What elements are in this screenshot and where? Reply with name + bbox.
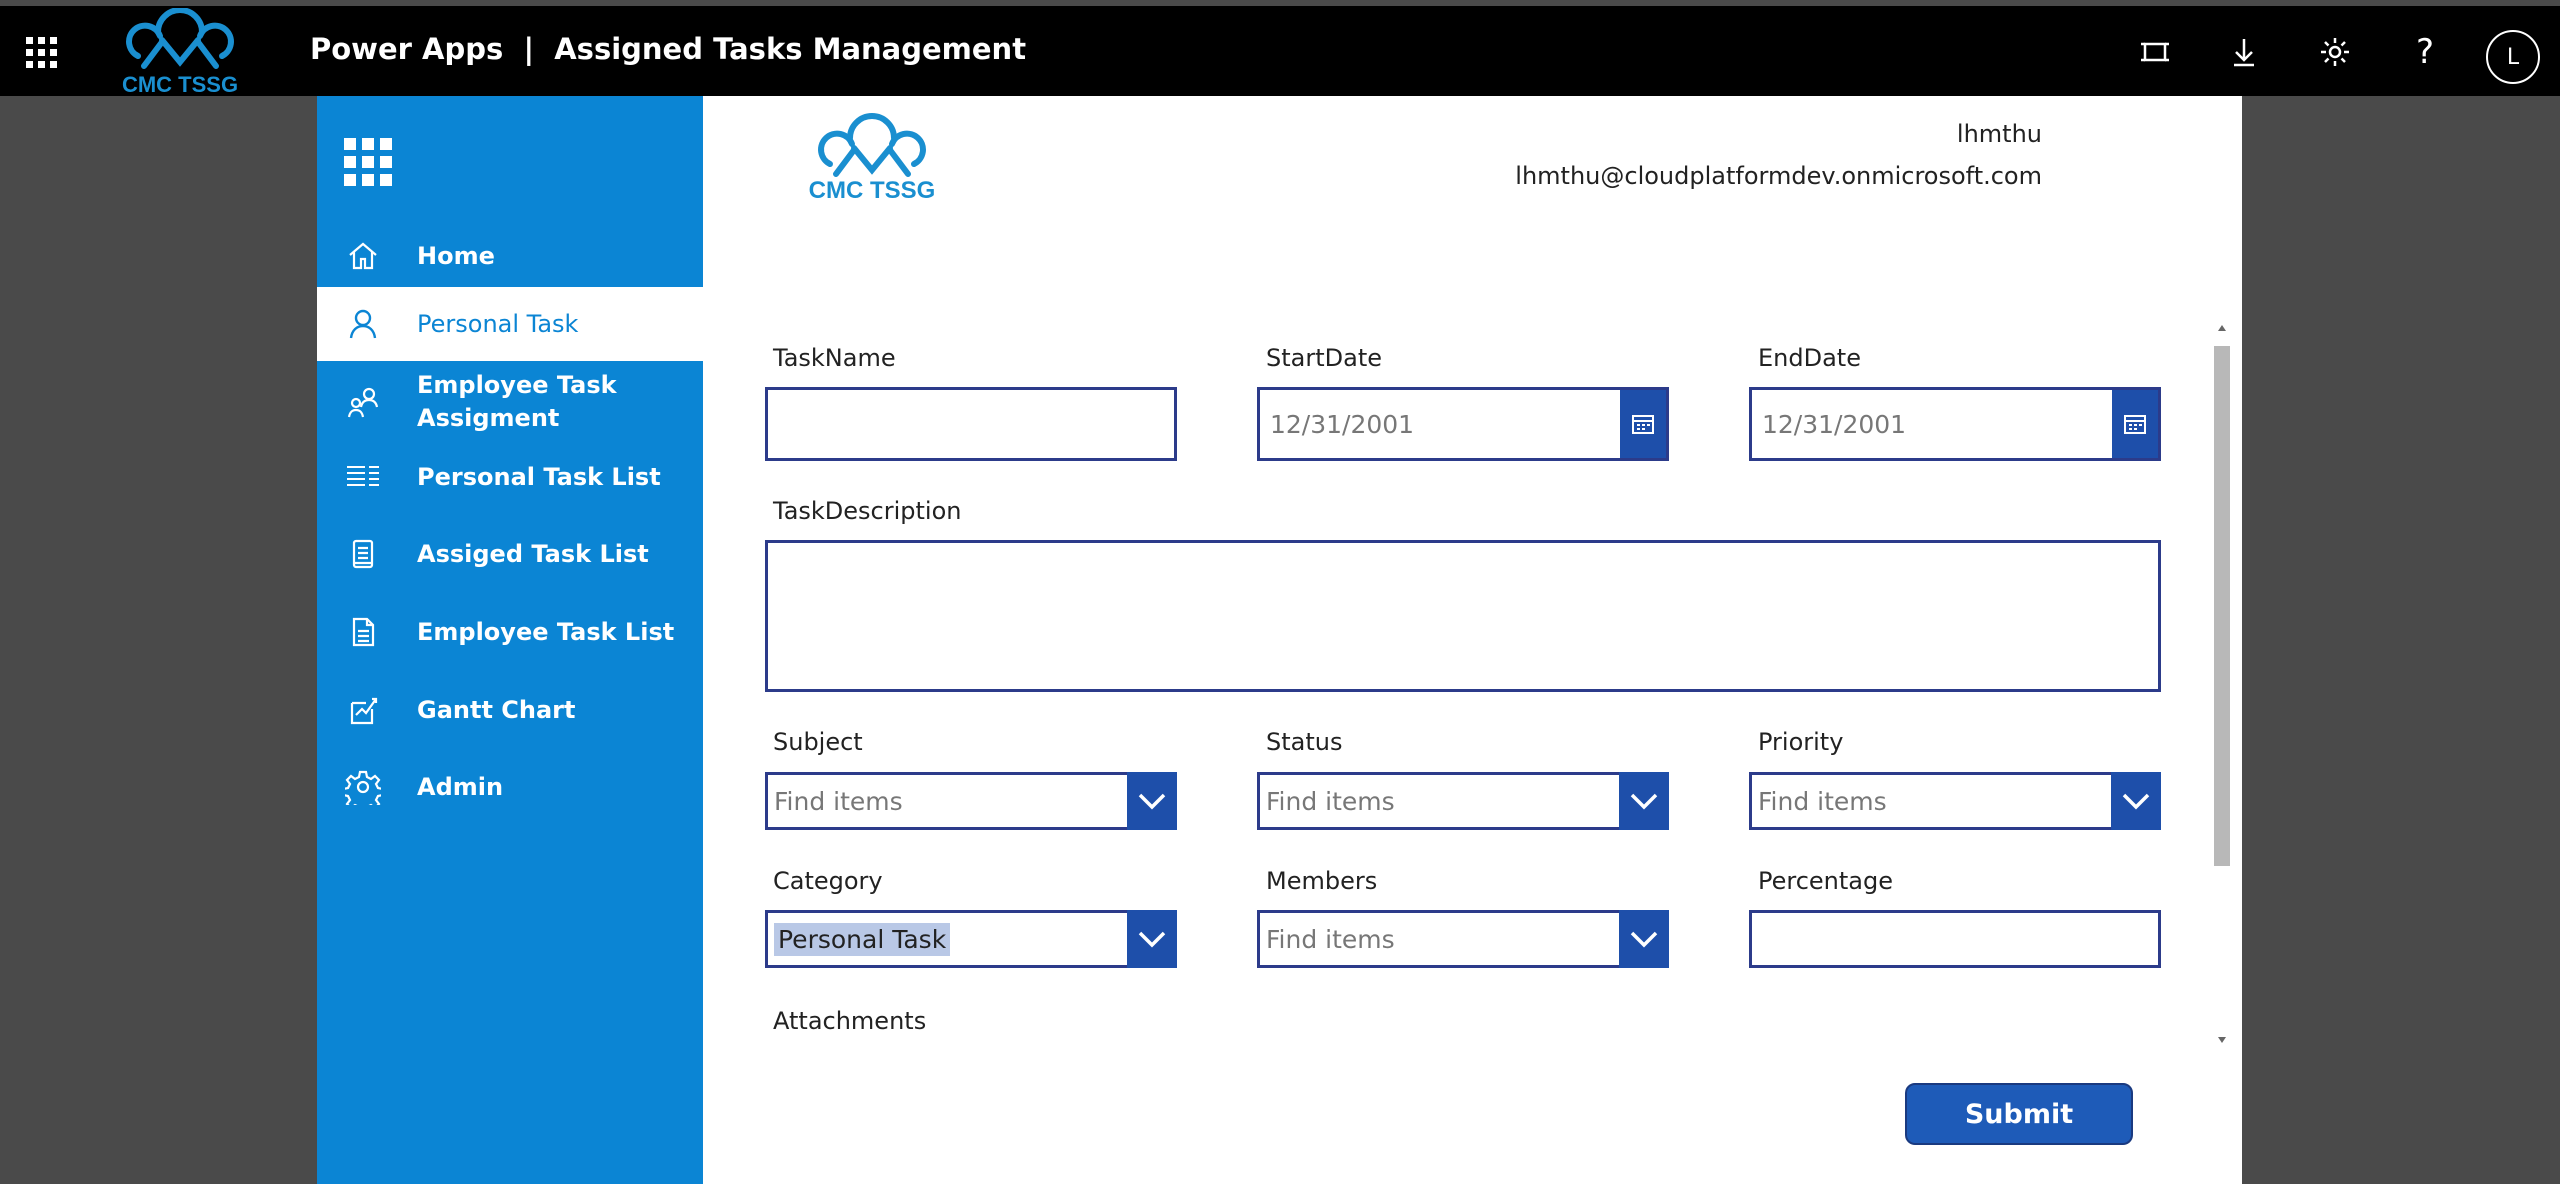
sidebar-item-personal-task-list[interactable]: Personal Task List [317, 441, 703, 513]
status-placeholder: Find items [1266, 786, 1395, 816]
task-description-textarea[interactable] [765, 540, 2161, 692]
sidebar-item-employee-task-assigment[interactable]: Employee Task Assigment [317, 364, 703, 440]
task-description-label: TaskDescription [773, 497, 962, 525]
category-combobox[interactable]: Personal Task [765, 910, 1177, 968]
sidebar-item-admin[interactable]: Admin [317, 751, 703, 823]
chevron-down-icon[interactable] [2111, 772, 2161, 830]
people-icon [343, 382, 383, 422]
status-combobox[interactable]: Find items [1257, 772, 1669, 830]
sidebar-item-label: Admin [417, 772, 504, 801]
task-name-label: TaskName [773, 344, 896, 372]
submit-button[interactable]: Submit [1905, 1083, 2133, 1145]
priority-combobox[interactable]: Find items [1749, 772, 2161, 830]
chart-icon [343, 690, 383, 730]
percentage-label: Percentage [1758, 867, 1894, 895]
clipboard-icon [343, 534, 383, 574]
priority-placeholder: Find items [1758, 786, 1887, 816]
submit-label: Submit [1964, 1098, 2074, 1130]
person-icon [343, 304, 383, 344]
top-logo-text: CMC TSSG [122, 72, 238, 94]
sidebar-item-employee-task-list[interactable]: Employee Task List [317, 596, 703, 668]
start-date-value: 12/31/2001 [1270, 409, 1415, 439]
subject-label: Subject [773, 728, 863, 756]
settings-icon[interactable] [2313, 30, 2357, 74]
chevron-down-icon[interactable] [1619, 772, 1669, 830]
form-scrollbar[interactable] [2212, 320, 2232, 1050]
task-name-input[interactable] [765, 387, 1177, 461]
calendar-icon[interactable] [1620, 390, 1666, 458]
category-value-text: Personal Task [774, 922, 951, 956]
start-date-label: StartDate [1266, 344, 1382, 372]
home-icon [343, 236, 383, 276]
end-date-label: EndDate [1758, 344, 1861, 372]
sidebar-item-personal-task[interactable]: Personal Task [317, 287, 703, 361]
sidebar-item-label: Employee Task Assigment [417, 371, 617, 432]
cmc-logo: CMC TSSG [122, 8, 238, 94]
attachments-label: Attachments [773, 1007, 927, 1035]
app-canvas: Home Personal Task Employee Task Assigme… [317, 96, 2242, 1184]
gear-icon [343, 767, 383, 807]
start-date-picker[interactable]: 12/31/2001 [1257, 387, 1669, 461]
grid-menu-icon[interactable] [344, 138, 392, 186]
members-placeholder: Find items [1266, 924, 1395, 954]
percentage-input[interactable] [1749, 910, 2161, 968]
document-icon [343, 612, 383, 652]
chevron-down-icon[interactable] [1127, 772, 1177, 830]
status-label: Status [1266, 728, 1343, 756]
end-date-picker[interactable]: 12/31/2001 [1749, 387, 2161, 461]
end-date-value: 12/31/2001 [1762, 409, 1907, 439]
chevron-down-icon[interactable] [1127, 910, 1177, 968]
priority-label: Priority [1758, 728, 1844, 756]
sidebar-item-gantt-chart[interactable]: Gantt Chart [317, 674, 703, 746]
sidebar-item-label: Home [417, 241, 495, 270]
members-combobox[interactable]: Find items [1257, 910, 1669, 968]
members-label: Members [1266, 867, 1378, 895]
scroll-down-icon[interactable] [2217, 1036, 2227, 1044]
user-name: lhmthu [1956, 120, 2042, 148]
scroll-up-icon[interactable] [2217, 324, 2227, 332]
chevron-down-icon[interactable] [1619, 910, 1669, 968]
app-launcher-icon[interactable] [26, 37, 58, 69]
sidebar: Home Personal Task Employee Task Assigme… [317, 96, 703, 1184]
content-logo-text: CMC TSSG [809, 177, 936, 203]
fullscreen-icon[interactable] [2133, 30, 2177, 74]
avatar[interactable]: L [2486, 30, 2540, 84]
sidebar-item-home[interactable]: Home [317, 226, 703, 286]
category-selected-value: Personal Task [774, 913, 951, 965]
download-icon[interactable] [2222, 30, 2266, 74]
calendar-icon[interactable] [2112, 390, 2158, 458]
sidebar-item-label: Gantt Chart [417, 695, 576, 724]
list-icon [343, 457, 383, 497]
sidebar-item-label: Personal Task List [417, 462, 661, 491]
help-glyph: ? [2415, 32, 2435, 72]
sidebar-item-label: Employee Task List [417, 617, 675, 646]
user-email: lhmthu@cloudplatformdev.onmicrosoft.com [1515, 162, 2042, 190]
sidebar-item-assiged-task-list[interactable]: Assiged Task List [317, 518, 703, 590]
category-label: Category [773, 867, 883, 895]
scroll-thumb[interactable] [2214, 346, 2230, 866]
app-title: Power Apps | Assigned Tasks Management [310, 32, 1027, 66]
cmc-logo: CMC TSSG [809, 113, 936, 203]
sidebar-item-label: Personal Task [417, 309, 579, 338]
help-icon[interactable]: ? [2403, 30, 2447, 74]
subject-placeholder: Find items [774, 786, 903, 816]
top-bar: CMC TSSG Power Apps | Assigned Tasks Man… [0, 6, 2560, 96]
subject-combobox[interactable]: Find items [765, 772, 1177, 830]
sidebar-item-label: Assiged Task List [417, 539, 649, 568]
avatar-initial: L [2506, 44, 2520, 70]
